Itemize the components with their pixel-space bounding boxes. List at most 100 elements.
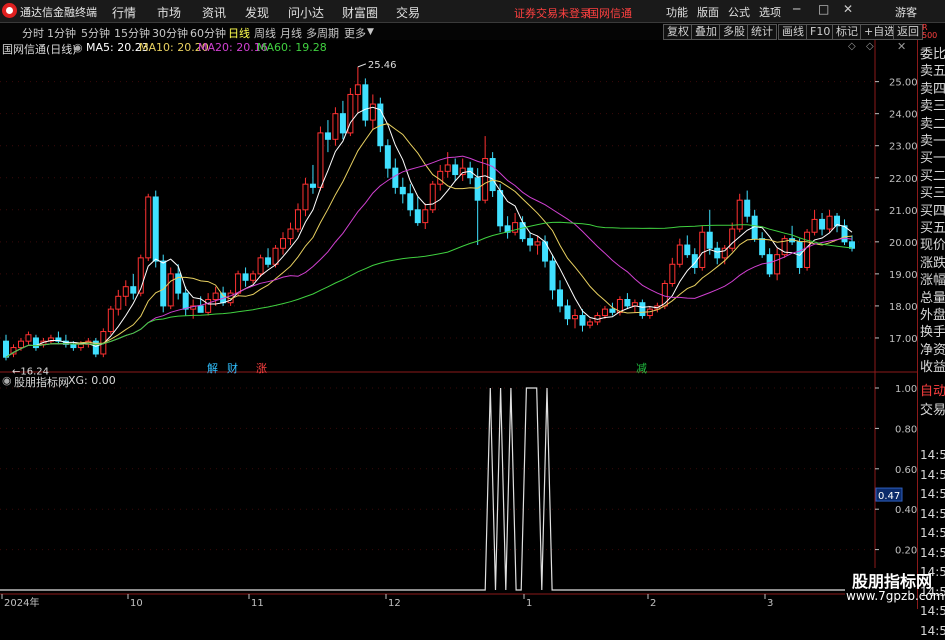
menu-ask[interactable]: 问小达: [288, 4, 324, 21]
more-chevron-icon[interactable]: ▼: [367, 27, 374, 37]
xg-value: XG: 0.00: [68, 374, 116, 387]
sub-y-tick-label: 0.40: [895, 505, 917, 516]
period-toolbar: 分时 1分钟 5分钟 15分钟 30分钟 60分钟 日线 周线 月线 多周期 更…: [0, 23, 945, 40]
period-multi[interactable]: 多周期: [306, 25, 339, 41]
candle-body: [774, 254, 781, 275]
quote-field-label: 收益: [920, 360, 945, 376]
multi-stock-button[interactable]: 多股: [719, 24, 749, 40]
candle-body: [55, 337, 62, 342]
candle-body: [586, 321, 593, 326]
period-15min[interactable]: 15分钟: [114, 25, 150, 41]
menu-news[interactable]: 资讯: [202, 4, 226, 21]
event-limit-up[interactable]: 涨: [256, 360, 267, 376]
menu-wealth[interactable]: 财富圈: [342, 4, 378, 21]
candle-body: [175, 273, 182, 294]
candle-body: [197, 305, 204, 313]
overlay-button[interactable]: 叠加: [691, 24, 721, 40]
candle-body: [429, 183, 436, 211]
menu-options[interactable]: 选项: [759, 4, 781, 20]
f10-button[interactable]: F10: [806, 24, 835, 40]
quote-field-label: 买三: [920, 186, 945, 202]
candle-body: [70, 343, 77, 349]
quote-field-label: 现价: [920, 238, 945, 254]
candle-body: [474, 177, 481, 201]
stats-button[interactable]: 统计: [747, 24, 777, 40]
candle-body: [676, 244, 683, 265]
candle-body: [250, 273, 257, 281]
candle-body: [601, 308, 608, 317]
sub-settings-icon[interactable]: ◉: [2, 374, 12, 387]
candle-body: [10, 347, 17, 355]
menu-formula[interactable]: 公式: [728, 4, 750, 20]
period-timeshare[interactable]: 分时: [22, 25, 44, 41]
mark-button[interactable]: 标记: [832, 24, 862, 40]
x-tick-label: 2: [650, 598, 656, 609]
adjust-button[interactable]: 复权: [663, 24, 693, 40]
period-weekly[interactable]: 周线: [254, 25, 276, 41]
candle-body: [721, 247, 728, 259]
diamond-icon[interactable]: ◇: [848, 41, 856, 52]
guest-label[interactable]: 游客: [895, 4, 917, 20]
period-more[interactable]: 更多: [344, 25, 366, 41]
quote-field-label: 换手: [920, 325, 945, 341]
candle-body: [294, 209, 301, 230]
back-button[interactable]: 返回: [893, 24, 923, 40]
candle-body: [534, 241, 541, 246]
minimize-icon[interactable]: ─: [793, 2, 800, 16]
menu-layout[interactable]: 版面: [697, 4, 719, 20]
candle-body: [152, 196, 159, 262]
tick-time: 14:56: [920, 487, 945, 501]
candle-body: [384, 145, 391, 169]
x-tick-label: 10: [130, 598, 143, 609]
login-warning[interactable]: 证券交易未登录: [514, 5, 591, 21]
candle-body: [571, 315, 578, 320]
candle-body: [302, 183, 309, 211]
candle-body: [497, 190, 504, 227]
event-unlock[interactable]: 解: [207, 360, 218, 376]
period-monthly[interactable]: 月线: [280, 25, 302, 41]
quote-field-label: 涨幅: [920, 273, 945, 289]
candle-body: [145, 196, 152, 259]
candle-body: [459, 167, 466, 176]
period-1min[interactable]: 1分钟: [47, 25, 76, 41]
period-30min[interactable]: 30分钟: [152, 25, 188, 41]
quote-field-label: 卖五: [920, 64, 945, 80]
y-tick-label: 19.00: [889, 270, 918, 281]
candle-body: [160, 260, 167, 307]
chart-stock-title: 国网信通(日线): [2, 43, 77, 56]
candle-body: [811, 218, 818, 233]
menu-exchange[interactable]: 市场: [157, 4, 181, 21]
period-daily[interactable]: 日线: [228, 25, 250, 41]
y-tick-label: 23.00: [889, 142, 918, 153]
quote-field-label: 总量: [920, 290, 945, 306]
restore-icon[interactable]: □: [818, 2, 829, 16]
menu-trade[interactable]: 交易: [396, 4, 420, 21]
period-5min[interactable]: 5分钟: [81, 25, 110, 41]
candle-body: [661, 282, 668, 307]
menu-discover[interactable]: 发现: [245, 4, 269, 21]
sub-y-tick-label: 0.80: [895, 424, 917, 435]
sub-y-tick-label: 0.60: [895, 465, 917, 476]
trade-label[interactable]: 交易: [920, 402, 945, 419]
draw-button[interactable]: 画线: [778, 24, 808, 40]
quote-field-label: 净资: [920, 342, 945, 358]
candle-body: [684, 244, 691, 256]
auto-trade-label[interactable]: 自动: [920, 383, 945, 400]
y-tick-label: 20.00: [889, 238, 918, 249]
period-60min[interactable]: 60分钟: [190, 25, 226, 41]
menu-function[interactable]: 功能: [666, 4, 688, 20]
close-panel-icon[interactable]: ✕: [897, 40, 906, 53]
close-icon[interactable]: ✕: [843, 2, 853, 16]
candle-body: [115, 295, 122, 310]
event-reduce[interactable]: 减: [636, 360, 647, 376]
settings-circle-icon[interactable]: ◉: [73, 41, 83, 54]
menu-market[interactable]: 行情: [112, 4, 136, 21]
event-finance[interactable]: 财: [227, 360, 238, 376]
r500-badge[interactable]: R 500: [922, 24, 944, 40]
candle-body: [452, 164, 459, 176]
candle-body: [257, 257, 264, 275]
quote-field-label: 买四: [920, 203, 945, 219]
candle-body: [579, 315, 586, 326]
candle-body: [354, 84, 361, 95]
diamond-icon[interactable]: ◇: [866, 41, 874, 52]
